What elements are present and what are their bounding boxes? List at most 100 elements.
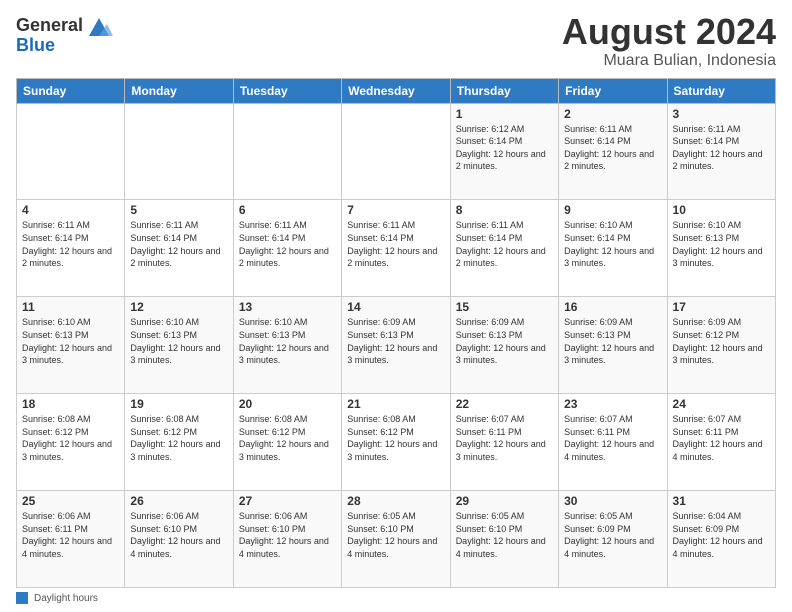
day-info: Sunrise: 6:11 AM Sunset: 6:14 PM Dayligh… (239, 219, 336, 269)
calendar-title: August 2024 (562, 12, 776, 52)
day-info: Sunrise: 6:11 AM Sunset: 6:14 PM Dayligh… (564, 123, 661, 173)
calendar-cell: 21 Sunrise: 6:08 AM Sunset: 6:12 PM Dayli… (342, 394, 450, 491)
calendar-cell: 29 Sunrise: 6:05 AM Sunset: 6:10 PM Dayli… (450, 491, 558, 588)
calendar-cell (125, 103, 233, 200)
calendar-cell: 30Sunrise: 6:05 AM Sunset: 6:09 PM Dayli… (559, 491, 667, 588)
day-info: Sunrise: 6:06 AM Sunset: 6:10 PM Dayligh… (239, 510, 336, 560)
day-info: Sunrise: 6:08 AM Sunset: 6:12 PM Dayligh… (347, 413, 444, 463)
day-info: Sunrise: 6:05 AM Sunset: 6:10 PM Dayligh… (347, 510, 444, 560)
calendar-cell: 20Sunrise: 6:08 AM Sunset: 6:12 PM Dayli… (233, 394, 341, 491)
calendar-cell: 23 Sunrise: 6:07 AM Sunset: 6:11 PM Dayli… (559, 394, 667, 491)
calendar-cell: 27Sunrise: 6:06 AM Sunset: 6:10 PM Dayli… (233, 491, 341, 588)
day-number: 18 (22, 397, 119, 411)
calendar-cell: 31 Sunrise: 6:04 AM Sunset: 6:09 PM Dayli… (667, 491, 775, 588)
day-info: Sunrise: 6:07 AM Sunset: 6:11 PM Dayligh… (564, 413, 661, 463)
day-number: 7 (347, 203, 444, 217)
logo-general: General (16, 16, 83, 36)
calendar-table: Sunday Monday Tuesday Wednesday Thursday… (16, 78, 776, 588)
title-block: August 2024 Muara Bulian, Indonesia (562, 12, 776, 70)
day-number: 23 (564, 397, 661, 411)
day-info: Sunrise: 6:09 AM Sunset: 6:13 PM Dayligh… (347, 316, 444, 366)
day-info: Sunrise: 6:11 AM Sunset: 6:14 PM Dayligh… (130, 219, 227, 269)
footer: Daylight hours (16, 592, 776, 604)
calendar-cell: 14 Sunrise: 6:09 AM Sunset: 6:13 PM Dayli… (342, 297, 450, 394)
calendar-cell: 28 Sunrise: 6:05 AM Sunset: 6:10 PM Dayli… (342, 491, 450, 588)
day-info: Sunrise: 6:11 AM Sunset: 6:14 PM Dayligh… (673, 123, 770, 173)
day-info: Sunrise: 6:06 AM Sunset: 6:11 PM Dayligh… (22, 510, 119, 560)
day-number: 13 (239, 300, 336, 314)
day-info: Sunrise: 6:08 AM Sunset: 6:12 PM Dayligh… (22, 413, 119, 463)
day-info: Sunrise: 6:09 AM Sunset: 6:12 PM Dayligh… (673, 316, 770, 366)
day-info: Sunrise: 6:08 AM Sunset: 6:12 PM Dayligh… (239, 413, 336, 463)
day-info: Sunrise: 6:06 AM Sunset: 6:10 PM Dayligh… (130, 510, 227, 560)
calendar-cell: 1 Sunrise: 6:12 AM Sunset: 6:14 PM Daylig… (450, 103, 558, 200)
day-info: Sunrise: 6:05 AM Sunset: 6:09 PM Dayligh… (564, 510, 661, 560)
day-number: 25 (22, 494, 119, 508)
day-number: 21 (347, 397, 444, 411)
day-number: 14 (347, 300, 444, 314)
calendar-header-row: Sunday Monday Tuesday Wednesday Thursday… (17, 78, 776, 103)
logo: General Blue (16, 16, 113, 56)
calendar-cell: 2Sunrise: 6:11 AM Sunset: 6:14 PM Daylig… (559, 103, 667, 200)
calendar-cell (233, 103, 341, 200)
calendar-cell: 24Sunrise: 6:07 AM Sunset: 6:11 PM Dayli… (667, 394, 775, 491)
calendar-cell: 8Sunrise: 6:11 AM Sunset: 6:14 PM Daylig… (450, 200, 558, 297)
logo-icon (85, 14, 113, 42)
footer-dot (16, 592, 28, 604)
day-number: 16 (564, 300, 661, 314)
day-info: Sunrise: 6:10 AM Sunset: 6:13 PM Dayligh… (673, 219, 770, 269)
day-info: Sunrise: 6:12 AM Sunset: 6:14 PM Dayligh… (456, 123, 553, 173)
day-number: 26 (130, 494, 227, 508)
calendar-cell: 17Sunrise: 6:09 AM Sunset: 6:12 PM Dayli… (667, 297, 775, 394)
calendar-week-1: 1 Sunrise: 6:12 AM Sunset: 6:14 PM Daylig… (17, 103, 776, 200)
header: General Blue August 2024 Muara Bulian, I… (16, 12, 776, 70)
calendar-week-5: 25 Sunrise: 6:06 AM Sunset: 6:11 PM Dayli… (17, 491, 776, 588)
day-info: Sunrise: 6:10 AM Sunset: 6:14 PM Dayligh… (564, 219, 661, 269)
day-number: 6 (239, 203, 336, 217)
day-info: Sunrise: 6:11 AM Sunset: 6:14 PM Dayligh… (347, 219, 444, 269)
day-info: Sunrise: 6:04 AM Sunset: 6:09 PM Dayligh… (673, 510, 770, 560)
col-monday: Monday (125, 78, 233, 103)
day-number: 5 (130, 203, 227, 217)
col-saturday: Saturday (667, 78, 775, 103)
col-tuesday: Tuesday (233, 78, 341, 103)
day-info: Sunrise: 6:10 AM Sunset: 6:13 PM Dayligh… (239, 316, 336, 366)
day-number: 3 (673, 107, 770, 121)
footer-label: Daylight hours (34, 593, 98, 604)
day-number: 15 (456, 300, 553, 314)
day-number: 28 (347, 494, 444, 508)
day-number: 11 (22, 300, 119, 314)
day-info: Sunrise: 6:05 AM Sunset: 6:10 PM Dayligh… (456, 510, 553, 560)
day-info: Sunrise: 6:09 AM Sunset: 6:13 PM Dayligh… (564, 316, 661, 366)
day-info: Sunrise: 6:10 AM Sunset: 6:13 PM Dayligh… (130, 316, 227, 366)
calendar-cell: 15Sunrise: 6:09 AM Sunset: 6:13 PM Dayli… (450, 297, 558, 394)
calendar-cell: 4 Sunrise: 6:11 AM Sunset: 6:14 PM Daylig… (17, 200, 125, 297)
calendar-cell: 10 Sunrise: 6:10 AM Sunset: 6:13 PM Dayli… (667, 200, 775, 297)
calendar-cell (342, 103, 450, 200)
day-number: 12 (130, 300, 227, 314)
day-number: 19 (130, 397, 227, 411)
calendar-cell: 26 Sunrise: 6:06 AM Sunset: 6:10 PM Dayli… (125, 491, 233, 588)
calendar-cell: 3 Sunrise: 6:11 AM Sunset: 6:14 PM Daylig… (667, 103, 775, 200)
day-number: 9 (564, 203, 661, 217)
calendar-cell (17, 103, 125, 200)
day-number: 31 (673, 494, 770, 508)
calendar-week-2: 4 Sunrise: 6:11 AM Sunset: 6:14 PM Daylig… (17, 200, 776, 297)
day-info: Sunrise: 6:07 AM Sunset: 6:11 PM Dayligh… (673, 413, 770, 463)
col-friday: Friday (559, 78, 667, 103)
day-number: 8 (456, 203, 553, 217)
calendar-cell: 11 Sunrise: 6:10 AM Sunset: 6:13 PM Dayli… (17, 297, 125, 394)
calendar-subtitle: Muara Bulian, Indonesia (562, 52, 776, 70)
page: General Blue August 2024 Muara Bulian, I… (0, 0, 792, 612)
day-number: 29 (456, 494, 553, 508)
day-number: 10 (673, 203, 770, 217)
day-number: 1 (456, 107, 553, 121)
col-wednesday: Wednesday (342, 78, 450, 103)
day-info: Sunrise: 6:10 AM Sunset: 6:13 PM Dayligh… (22, 316, 119, 366)
calendar-cell: 19Sunrise: 6:08 AM Sunset: 6:12 PM Dayli… (125, 394, 233, 491)
calendar-cell: 12 Sunrise: 6:10 AM Sunset: 6:13 PM Dayli… (125, 297, 233, 394)
calendar-cell: 25 Sunrise: 6:06 AM Sunset: 6:11 PM Dayli… (17, 491, 125, 588)
calendar-cell: 18 Sunrise: 6:08 AM Sunset: 6:12 PM Dayli… (17, 394, 125, 491)
day-number: 4 (22, 203, 119, 217)
day-info: Sunrise: 6:11 AM Sunset: 6:14 PM Dayligh… (22, 219, 119, 269)
